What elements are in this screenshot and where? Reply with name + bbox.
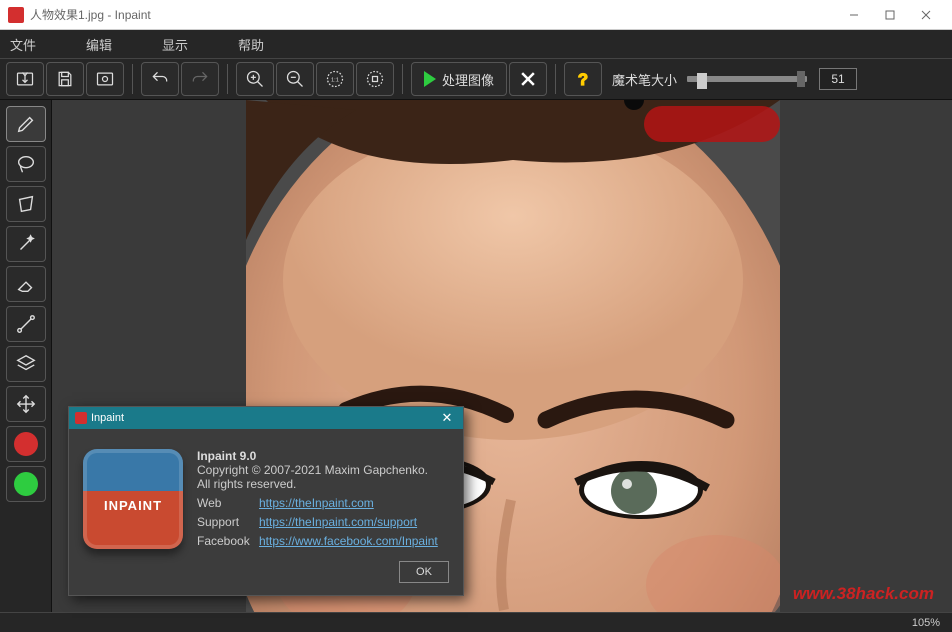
sidebar (0, 100, 52, 612)
about-copyright: Copyright © 2007-2021 Maxim Gapchenko. (197, 463, 449, 477)
play-icon (424, 71, 436, 87)
slider-label: 魔术笔大小 (612, 70, 677, 89)
selection-mask (644, 106, 780, 142)
cancel-button[interactable] (509, 62, 547, 96)
about-logo: INPAINT (83, 449, 183, 549)
magic-wand-tool[interactable] (6, 226, 46, 262)
layers-tool[interactable] (6, 346, 46, 382)
move-tool[interactable] (6, 386, 46, 422)
web-link[interactable]: https://theInpaint.com (259, 496, 374, 510)
zoom-fit-button[interactable] (356, 62, 394, 96)
statusbar: 105% (0, 612, 952, 632)
maximize-button[interactable] (872, 0, 908, 30)
about-close-button[interactable]: ✕ (437, 410, 457, 426)
about-dialog: Inpaint ✕ INPAINT Inpaint 9.0 Copyright … (68, 406, 464, 596)
polygon-tool[interactable] (6, 186, 46, 222)
about-titlebar[interactable]: Inpaint ✕ (69, 407, 463, 429)
watermark: www.38hack.com (793, 584, 934, 604)
brush-size-input[interactable] (819, 68, 857, 90)
zoom-level: 105% (912, 617, 940, 629)
zoom-actual-button[interactable]: 1:1 (316, 62, 354, 96)
menu-edit[interactable]: 编辑 (86, 35, 112, 54)
about-heading: Inpaint 9.0 (197, 449, 449, 463)
about-app-icon (75, 412, 87, 424)
help-button[interactable]: ? (564, 62, 602, 96)
about-ok-button[interactable]: OK (399, 561, 449, 583)
eraser-tool[interactable] (6, 266, 46, 302)
facebook-label: Facebook (197, 534, 259, 548)
support-label: Support (197, 515, 259, 529)
zoom-in-button[interactable] (236, 62, 274, 96)
minimize-button[interactable] (836, 0, 872, 30)
menu-file[interactable]: 文件 (10, 35, 36, 54)
about-title: Inpaint (91, 412, 437, 424)
titlebar: 人物效果1.jpg - Inpaint (0, 0, 952, 30)
facebook-link[interactable]: https://www.facebook.com/Inpaint (259, 534, 438, 548)
close-button[interactable] (908, 0, 944, 30)
lasso-tool[interactable] (6, 146, 46, 182)
menu-view[interactable]: 显示 (162, 35, 188, 54)
redo-button[interactable] (181, 62, 219, 96)
svg-text:1:1: 1:1 (331, 78, 339, 84)
brush-size-slider[interactable] (687, 76, 807, 82)
about-info: Inpaint 9.0 Copyright © 2007-2021 Maxim … (197, 449, 449, 549)
svg-text:?: ? (578, 70, 588, 89)
marker-tool[interactable] (6, 106, 46, 142)
green-mask-button[interactable] (6, 466, 46, 502)
red-mask-button[interactable] (6, 426, 46, 462)
line-tool[interactable] (6, 306, 46, 342)
process-button[interactable]: 处理图像 (411, 62, 507, 96)
preview-button[interactable] (86, 62, 124, 96)
support-link[interactable]: https://theInpaint.com/support (259, 515, 417, 529)
process-label: 处理图像 (442, 70, 494, 89)
menubar: 文件 编辑 显示 帮助 (0, 30, 952, 58)
save-button[interactable] (46, 62, 84, 96)
about-rights: All rights reserved. (197, 477, 449, 491)
zoom-out-button[interactable] (276, 62, 314, 96)
toolbar: 1:1 处理图像 ? 魔术笔大小 (0, 58, 952, 100)
open-button[interactable] (6, 62, 44, 96)
window-title: 人物效果1.jpg - Inpaint (30, 6, 836, 23)
app-icon (8, 7, 24, 23)
undo-button[interactable] (141, 62, 179, 96)
menu-help[interactable]: 帮助 (238, 35, 264, 54)
web-label: Web (197, 496, 259, 510)
